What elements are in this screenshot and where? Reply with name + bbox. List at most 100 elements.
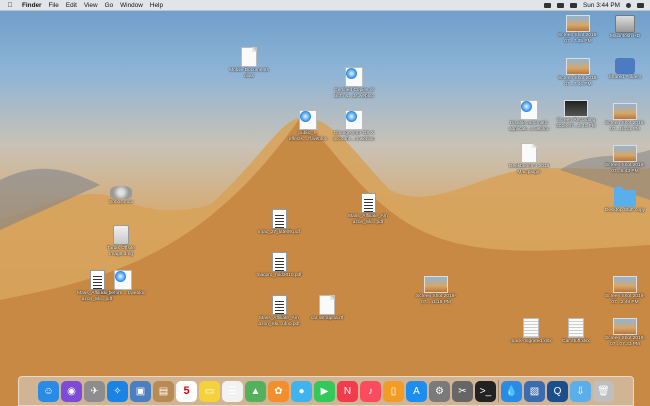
menu-go[interactable]: Go [105,2,114,9]
webloc-icon [345,67,363,87]
desktop-icon-screenshot-4[interactable]: Screen Shot 2018-07...5.43 PM [600,145,650,174]
desktop-icon-public-webloc[interactable]: public_s-effects....ff.webloc [283,110,333,142]
music-icon-glyph: ♪ [368,385,373,397]
desktop-icon-mass-affiliate-1[interactable]: Mass_Affiliate_Am azon_Ski...pdf [343,193,393,225]
dock-maps-icon[interactable]: ▲ [245,380,266,402]
trash-icon-glyph: 🗑 [597,385,610,397]
dock: ☺ ◉ ✈ ✧ ▣ ▤ 5 ▭ ☰ ▲ ✿ ● ▶ N ♪ ▯ A ⚙ ✂ >_ 💧 ▧ Q ⇩ 🗑 [18,376,634,406]
facetime-icon-glyph: ▶ [320,385,329,397]
menu-finder[interactable]: Finder [22,2,42,9]
desktop-icon-disable-auto[interactable]: Disable automatic applicati...s.webloc [504,100,554,132]
volume-icon[interactable] [570,2,578,8]
webloc-icon [114,270,132,290]
dock-messages-icon[interactable]: ● [291,380,312,402]
dock-utilities-icon[interactable]: ✂ [452,380,473,402]
desktop-icon-screenshot-2[interactable]: Screen Shot 2018-07...7.46 PM [553,58,603,87]
desktop-icon-shared-folders[interactable]: Shared Folders [600,58,650,81]
preview-icon-glyph: ▣ [135,385,146,397]
dock-drops-icon[interactable]: 💧 [501,380,522,402]
disk-image-icon [113,225,129,245]
dock-launchpad-icon[interactable]: ✈ [84,380,105,402]
desktop-icon-change-os[interactable]: Change your OS X account....rt.webloc [329,110,379,142]
news-icon-glyph: N [343,385,352,397]
spotlight-icon[interactable] [626,2,631,8]
display-icon[interactable] [544,2,552,8]
pdf-icon [360,193,376,213]
dock-safari-icon[interactable]: ✧ [107,380,128,402]
desktop-icon-geekbench[interactable]: Geekbench 4 2018 Mac.plugin [504,143,554,175]
desktop-icon-screenshot-1[interactable]: Screen Shot 2018-07...7.35 PM [553,15,603,44]
notification-center-icon[interactable] [637,2,644,8]
desktop-icon-webloc-left[interactable]: Ido before ...t.webloc [98,270,148,297]
desktop-icon-mack-migrated[interactable]: mack-migrated.xlsx [506,318,556,345]
dock-app-store-icon[interactable]: A [406,380,427,402]
desktop-icon-screen-recording[interactable]: Screen Recording 2018-07...3.41 PM [551,100,601,129]
menu-help[interactable]: Help [150,2,163,9]
shared-folder-icon [615,58,635,74]
image-thumbnail-icon [566,15,590,32]
desktop-icon-desktop-stuff[interactable]: Desktop Stuff copy [600,187,650,214]
dock-trash-icon[interactable]: 🗑 [593,380,614,402]
messages-icon-glyph: ● [298,385,305,397]
dock-calendar-icon[interactable]: 5 [176,380,197,402]
terminal-icon-glyph: >_ [479,385,492,397]
spreadsheet-icon [523,318,539,338]
dock-facetime-icon[interactable]: ▶ [314,380,335,402]
dock-image-capture-icon[interactable]: ▧ [524,380,545,402]
image-capture-icon-glyph: ▧ [529,385,540,397]
launchpad-icon-glyph: ✈ [90,385,99,397]
siri-icon-glyph: ◉ [67,385,76,397]
spreadsheet-icon [568,318,584,338]
dock-news-icon[interactable]: N [337,380,358,402]
desktop-icon-macpro-pdf[interactable]: macpro_mid2010.pdf [254,252,304,279]
dock-finder-icon[interactable]: ☺ [38,380,59,402]
desktop-icon-sonos[interactable]: Sonos.mov [96,186,146,206]
dock-music-icon[interactable]: ♪ [360,380,381,402]
webloc-icon [345,110,363,130]
dock-preview-icon[interactable]: ▣ [130,380,151,402]
desktop-icon-screenshot-l1[interactable]: Screen Shot 2018-07...41.15 PM [411,276,461,305]
document-icon [241,47,257,67]
menu-window[interactable]: Window [120,2,143,9]
menu-edit[interactable]: Edit [66,2,77,9]
desktop-icon-screenshot-5[interactable]: Screen Shot 2018-07...2.49 PM [600,276,650,305]
desktop-icon-tardis[interactable]: Tardis Offsite Image.dmg [96,225,146,257]
wifi-icon[interactable] [557,2,565,8]
pdf-icon [271,295,287,315]
desktop-icon-car-stuff[interactable]: Car stuff.xlsx [551,318,601,345]
desktop-icon-screenshot-6[interactable]: Screen Shot 2018-07...07.31 PM [600,318,650,347]
desktop-icon-mobile-documents[interactable]: Mobile Documents alias [224,47,274,79]
dock-contacts-icon[interactable]: ▤ [153,380,174,402]
dock-siri-icon[interactable]: ◉ [61,380,82,402]
photos-icon-glyph: ✿ [274,385,283,397]
dock-photos-icon[interactable]: ✿ [268,380,289,402]
notes-icon-glyph: ▭ [204,385,215,397]
dock-notes-icon[interactable]: ▭ [199,380,220,402]
contacts-icon-glyph: ▤ [158,385,169,397]
maps-icon-glyph: ▲ [250,385,261,397]
dock-quicktime-icon[interactable]: Q [547,380,568,402]
apple-icon[interactable]:  [5,2,15,9]
quicktime-icon-glyph: Q [553,385,562,397]
dock-reminders-icon[interactable]: ☰ [222,380,243,402]
dock-system-preferences-icon[interactable]: ⚙ [429,380,450,402]
menu-file[interactable]: File [49,2,59,9]
hard-drive-icon [615,15,635,33]
dock-books-icon[interactable]: ▯ [383,380,404,402]
desktop-icon-imac-pdf[interactable]: imac_27_late09.pdf [254,209,304,236]
clock[interactable]: Sun 3:44 PM [583,2,620,9]
desktop-icon-car-list[interactable]: car list alpha.rtf [302,295,352,322]
dock-terminal-icon[interactable]: >_ [475,380,496,402]
desktop-icon-macintosh-hd[interactable]: Macintosh HD [600,15,650,40]
image-thumbnail-icon [424,276,448,293]
menu-view[interactable]: View [84,2,98,9]
desktop-icon-mass-affiliate-2[interactable]: Mass_Affiliate_Am azon_Ski...ufoo.pdf [254,295,304,327]
safari-icon-glyph: ✧ [113,385,122,397]
desktop-icon-screenshot-3[interactable]: Screen Shot 2018-07...18.31 PM [600,103,650,132]
movie-icon [110,186,132,199]
desktop-icon-birth-cert[interactable]: Certified Copies of Birth &...ds.webloc [329,67,379,99]
document-icon [521,143,537,163]
image-thumbnail-icon [566,58,590,75]
drops-icon-glyph: 💧 [505,385,518,397]
dock-downloads-icon[interactable]: ⇩ [570,380,591,402]
